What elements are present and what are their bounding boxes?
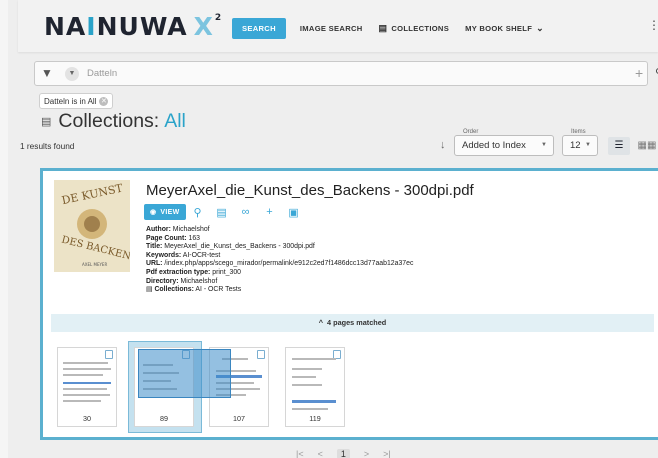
order-select[interactable]: Order Added to Index ▼: [454, 129, 554, 156]
nav-my-book-shelf-button[interactable]: MY BOOK SHELF ⌄: [457, 17, 552, 40]
sort-direction-icon[interactable]: ↓: [440, 139, 446, 151]
page-number: 107: [233, 414, 245, 423]
list-view-button[interactable]: ☰: [608, 137, 630, 155]
result-card: DE KUNST DES BACKENS AXEL MEYER MeyerAxe…: [40, 168, 658, 440]
meta-directory: Directory: Michaelshof: [146, 277, 218, 285]
filter-chip[interactable]: Datteln is in All ✕: [39, 93, 114, 109]
meta-title: Title: MeyerAxel_die_Kunst_des_Backens -…: [146, 243, 315, 251]
chevron-down-icon: ▼: [541, 142, 547, 148]
chevron-down-icon: ▼: [585, 142, 591, 148]
last-page-button[interactable]: >|: [383, 449, 391, 458]
page-title: ▤ Collections: All: [41, 110, 186, 133]
view-button-label: VIEW: [160, 208, 180, 216]
filter-icon[interactable]: ▼: [41, 66, 53, 80]
chevron-down-icon: ⌄: [536, 23, 544, 33]
results-count: 1 results found: [20, 141, 75, 151]
meta-author: Author: Michaelshof: [146, 226, 210, 233]
app-shell: NAINUWA X2 SEARCH IMAGE SEARCH ▤ COLLECTI…: [8, 0, 658, 458]
bookmark-icon[interactable]: [105, 350, 113, 359]
items-select-value: 12: [570, 140, 581, 151]
svg-text:AXEL MEYER: AXEL MEYER: [82, 262, 107, 267]
order-select-label: Order: [461, 129, 481, 135]
collections-icon: ▤: [41, 116, 52, 128]
first-page-button[interactable]: |<: [296, 449, 304, 458]
result-actions: ◉ VIEW ⚲ ▤ ∞ + ▣: [144, 204, 306, 220]
document-metadata: Author: Michaelshof Page Count: 163 Titl…: [146, 226, 413, 295]
clipboard-icon[interactable]: ▤: [210, 206, 234, 219]
link-icon[interactable]: ∞: [234, 206, 258, 218]
meta-keywords: Keywords: AI-OCR-test: [146, 251, 221, 259]
pagination: |< < 1 > >|: [296, 449, 391, 458]
prev-page-button[interactable]: <: [318, 449, 323, 458]
bookmark-icon[interactable]: [257, 350, 265, 359]
nav-search-button[interactable]: SEARCH: [232, 18, 286, 39]
page-title-accent: All: [164, 110, 186, 132]
items-select-label: Items: [569, 129, 588, 135]
add-icon[interactable]: +: [258, 206, 282, 218]
chevron-down-icon[interactable]: ▼: [65, 67, 79, 81]
eye-icon: ◉: [150, 209, 157, 216]
page-thumbnails: 30 89 107 119: [43, 339, 658, 435]
next-page-button[interactable]: >: [364, 449, 369, 458]
view-button[interactable]: ◉ VIEW: [144, 204, 186, 220]
left-edge: [0, 0, 8, 458]
search-bar[interactable]: ▼ ▼ Datteln + ⚲: [34, 61, 658, 86]
page-thumbnail[interactable]: 30: [57, 347, 117, 427]
page-number: 89: [160, 414, 168, 423]
grid-view-button[interactable]: ▦▦: [636, 137, 658, 155]
page-number: 119: [309, 414, 321, 423]
plus-icon[interactable]: +: [635, 65, 643, 81]
page-title-prefix: Collections:: [58, 110, 160, 132]
top-app-bar: NAINUWA X2 SEARCH IMAGE SEARCH ▤ COLLECTI…: [18, 0, 658, 52]
book-cover-image[interactable]: DE KUNST DES BACKENS AXEL MEYER: [54, 180, 130, 272]
logo-x-mark: X: [193, 12, 214, 41]
current-page-button[interactable]: 1: [336, 449, 350, 458]
order-select-value: Added to Index: [462, 140, 526, 151]
pdf-icon[interactable]: ▣: [282, 206, 306, 219]
filter-chip-label: Datteln is in All: [44, 96, 97, 106]
document-title[interactable]: MeyerAxel_die_Kunst_des_Backens - 300dpi…: [146, 182, 474, 199]
meta-pdf-extraction: Pdf extraction type: print_300: [146, 268, 241, 276]
meta-page-count: Page Count: 163: [146, 234, 200, 242]
items-per-page-select[interactable]: Items 12 ▼: [562, 129, 598, 156]
meta-collections: ▤ Collections: AI - OCR Tests: [146, 286, 242, 294]
close-icon[interactable]: ✕: [99, 96, 109, 106]
page-thumbnail[interactable]: 119: [285, 347, 345, 427]
nav-collections-button[interactable]: ▤ COLLECTIONS: [371, 17, 458, 40]
search-icon[interactable]: ⚲: [186, 206, 210, 219]
selection-overlay[interactable]: [138, 349, 231, 398]
nav-collections-label: COLLECTIONS: [391, 24, 450, 33]
kebab-icon[interactable]: ⋮: [648, 18, 658, 32]
nav-image-search-button[interactable]: IMAGE SEARCH: [292, 18, 371, 39]
nav-my-book-shelf-label: MY BOOK SHELF: [465, 24, 533, 33]
main-nav: SEARCH IMAGE SEARCH ▤ COLLECTIONS MY BOO…: [232, 17, 552, 40]
meta-url[interactable]: URL: /index.php/apps/scego_mirador/perma…: [146, 260, 413, 269]
page-number: 30: [83, 414, 91, 423]
app-logo[interactable]: NAINUWA X2: [44, 12, 222, 41]
pages-matched-toggle[interactable]: ^ 4 pages matched: [51, 314, 654, 332]
search-input[interactable]: Datteln: [87, 68, 117, 79]
collections-icon: ▤: [378, 23, 388, 33]
pages-matched-label: 4 pages matched: [327, 318, 387, 327]
